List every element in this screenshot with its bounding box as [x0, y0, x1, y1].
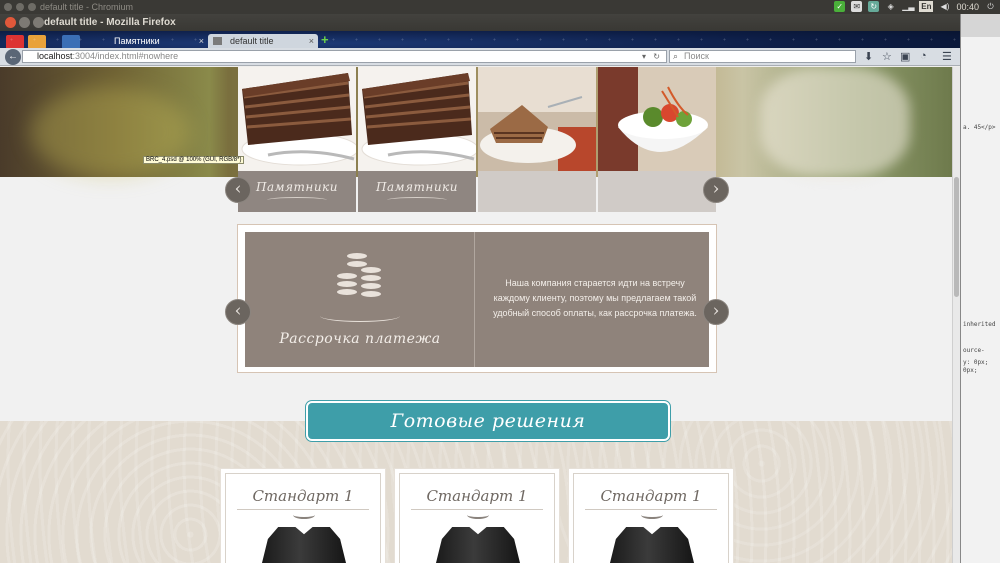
tab-label: Памятники	[114, 36, 160, 46]
installment-text: Наша компания старается идти на встречу …	[493, 278, 697, 318]
new-tab-plus-icon[interactable]: +	[321, 33, 329, 46]
gallery-tile-label	[598, 171, 716, 212]
sync-icon[interactable]: ↻	[868, 1, 880, 12]
url-dropdown-icon[interactable]: ▾	[642, 51, 646, 62]
os-minimize-dot[interactable]	[16, 3, 24, 11]
minimize-window-button[interactable]	[19, 17, 30, 28]
gallery-tile[interactable]	[598, 67, 716, 212]
search-placeholder: Поиск	[684, 51, 709, 61]
os-close-dot[interactable]	[4, 3, 12, 11]
os-top-panel: default title - Chromium ✓ ✉ ↻ ◈ ▁▃ En ◀…	[0, 0, 1000, 14]
monument-image	[609, 527, 695, 563]
page-viewport: Памятники Памятники ‹ › BRC_4.psd @ 100%…	[0, 67, 952, 563]
tab-close-icon[interactable]: ×	[309, 34, 314, 48]
gmail-pinned-tab-icon[interactable]	[6, 35, 24, 49]
monument-image	[435, 527, 521, 563]
keyboard-icon[interactable]: ✉	[851, 1, 863, 12]
installment-inner: Рассрочка платежа Наша компания стараетс…	[245, 232, 709, 367]
search-icon: ⌕	[673, 51, 679, 61]
card-title: Стандарт 1	[252, 487, 354, 505]
download-icon[interactable]: ⬇	[864, 50, 873, 63]
solutions-heading: Готовые решения	[390, 410, 586, 432]
gallery-tile[interactable]: Памятники	[358, 67, 476, 212]
installment-panel: Рассрочка платежа Наша компания стараетс…	[237, 224, 717, 373]
tab-pamyatniki[interactable]: Памятники ×	[92, 34, 208, 48]
dropbox-icon[interactable]: ◈	[885, 1, 896, 12]
card-bow-ornament	[467, 511, 489, 519]
gallery-tile[interactable]	[478, 67, 596, 212]
language-indicator[interactable]: En	[919, 1, 934, 12]
installment-prev-arrow-icon[interactable]: ‹	[225, 299, 251, 325]
background-devtools-window: a. 45</p> inherited ource- y: 0px; 0px;	[960, 14, 1000, 563]
solutions-heading-ribbon: Готовые решения	[306, 401, 670, 441]
tab-favicon-icon	[213, 37, 222, 45]
bookmark-star-icon[interactable]: ☆	[882, 50, 892, 63]
background-window-title: default title - Chromium	[40, 2, 134, 12]
page-scrollbar[interactable]	[952, 67, 960, 563]
os-window-controls	[4, 3, 36, 11]
installment-next-arrow-icon[interactable]: ›	[703, 299, 729, 325]
coins-icon	[336, 252, 386, 298]
card-title: Стандарт 1	[600, 487, 702, 505]
installment-flourish	[320, 310, 400, 322]
tab-close-icon[interactable]: ×	[199, 34, 204, 48]
card-title: Стандарт 1	[426, 487, 528, 505]
installment-left: Рассрочка платежа	[245, 232, 475, 367]
url-bar[interactable]: localhost:3004/index.html#nowhere ▾ ↻	[22, 50, 667, 63]
window-controls	[5, 17, 44, 28]
os-maximize-dot[interactable]	[28, 3, 36, 11]
url-path: :3004/index.html#nowhere	[72, 51, 179, 61]
window-title: default title - Mozilla Firefox	[44, 17, 176, 28]
firefox-window: default title - Mozilla Firefox Памятник…	[0, 14, 960, 563]
addon-icon[interactable]: ◔	[920, 50, 927, 62]
navigation-toolbar: ← localhost:3004/index.html#nowhere ▾ ↻ …	[0, 48, 960, 66]
menu-hamburger-icon[interactable]: ☰	[942, 50, 952, 63]
card-divider	[585, 509, 717, 510]
close-window-button[interactable]	[5, 17, 16, 28]
salad-bowl-photo	[598, 67, 716, 171]
update-icon[interactable]: ✓	[834, 1, 846, 12]
card-bow-ornament	[641, 511, 663, 519]
scrollbar-thumb[interactable]	[954, 177, 959, 297]
card-divider	[411, 509, 543, 510]
power-icon[interactable]: ⏻	[985, 1, 996, 12]
gallery-tile-label: Памятники	[238, 171, 356, 212]
clock[interactable]: 00:40	[956, 2, 979, 12]
card-divider	[237, 509, 369, 510]
reload-icon[interactable]: ↻	[653, 51, 660, 62]
gallery-tile[interactable]: Памятники	[238, 67, 356, 212]
back-arrow-icon[interactable]: ←	[5, 49, 21, 65]
solution-card[interactable]: Стандарт 1	[568, 468, 734, 563]
cake-slice-photo	[238, 67, 356, 171]
system-tray: ✓ ✉ ↻ ◈ ▁▃ En ◀) 00:40 ⏻	[834, 1, 996, 12]
installment-title: Рассрочка платежа	[279, 331, 441, 347]
gallery-prev-arrow-icon[interactable]: ‹	[225, 177, 251, 203]
maximize-window-button[interactable]	[33, 17, 44, 28]
cake-plate-photo	[478, 67, 596, 171]
bookmarks-menu-icon[interactable]: ▣	[900, 50, 910, 63]
psd-tooltip: BRC_4.psd @ 100% (GUI, RGB/8*)	[143, 156, 245, 164]
solution-card[interactable]: Стандарт 1	[220, 468, 386, 563]
tab-label: default title	[230, 36, 274, 46]
solution-card[interactable]: Стандарт 1	[394, 468, 560, 563]
gallery-tile-label	[478, 171, 596, 212]
card-bow-ornament	[293, 511, 315, 519]
network-icon[interactable]: ▁▃	[902, 1, 914, 12]
firefox-titlebar: default title - Mozilla Firefox	[0, 14, 960, 31]
gallery-tile-label: Памятники	[358, 171, 476, 212]
search-bar[interactable]: ⌕ Поиск	[669, 50, 856, 63]
monument-image	[261, 527, 347, 563]
pinned-tab-icon-2[interactable]	[28, 35, 46, 49]
cake-slice-photo	[358, 67, 476, 171]
volume-icon[interactable]: ◀)	[939, 1, 950, 12]
tab-default-title[interactable]: default title ×	[208, 34, 318, 48]
url-host: localhost	[37, 51, 73, 61]
gallery-next-arrow-icon[interactable]: ›	[703, 177, 729, 203]
pinned-tab-icon-3[interactable]	[62, 35, 80, 49]
